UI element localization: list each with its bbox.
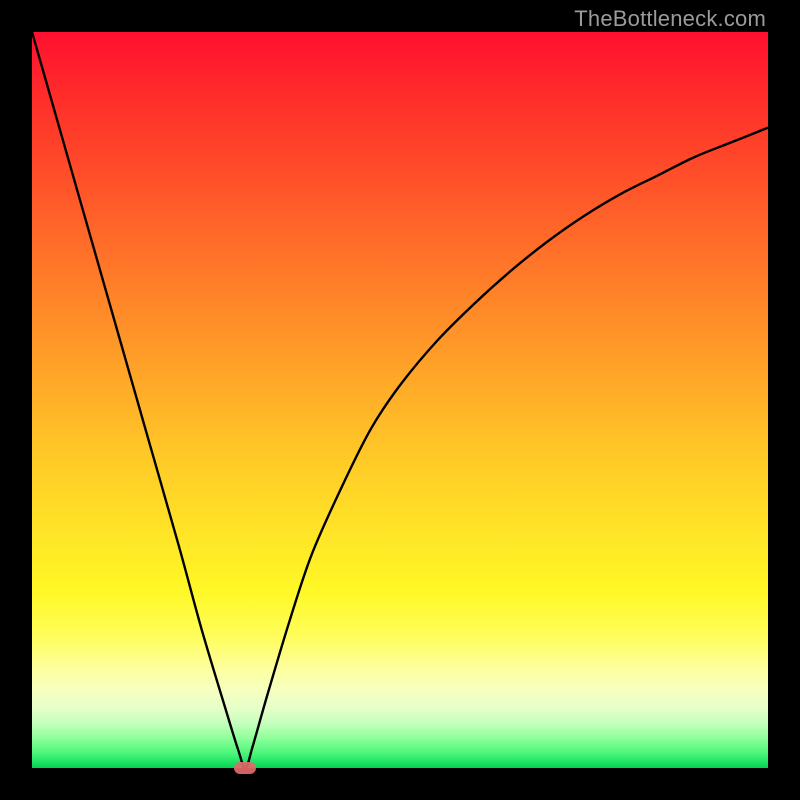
plot-area (32, 32, 768, 768)
optimal-marker (234, 762, 256, 774)
chart-container: TheBottleneck.com (0, 0, 800, 800)
bottleneck-curve (32, 32, 768, 768)
watermark-text: TheBottleneck.com (574, 6, 766, 32)
